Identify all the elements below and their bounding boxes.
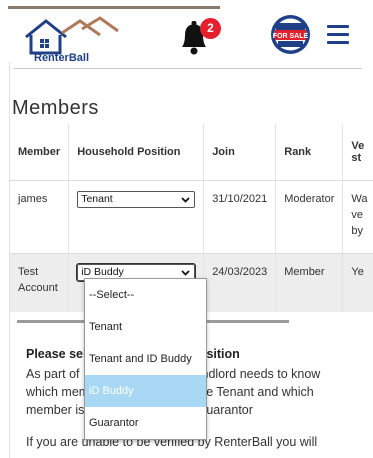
dropdown-option[interactable]: --Select-- [85,279,206,311]
menu-line [327,33,349,36]
household-position-dropdown[interactable]: --Select-- Tenant Tenant and ID Buddy iD… [84,278,207,440]
join-date: 31/10/2021 [203,180,276,254]
menu-line [327,25,349,28]
menu-line [327,41,349,44]
info-heading-left: Please sel [26,347,87,361]
hamburger-menu-icon[interactable] [327,25,349,45]
select-value: iD Buddy [81,266,124,278]
dropdown-option-selected[interactable]: iD Buddy [85,375,206,407]
info-text: member is [26,403,85,417]
table-header-row: Member Household Position Join Rank Ve s… [10,124,373,181]
rank: Moderator [275,180,343,254]
table-row: james Tenant 31/10/2021 Moderator Wa ve … [10,180,373,254]
dropdown-option[interactable]: Guarantor [85,407,206,439]
app-header: RenterBall 2 FOR SALE [0,9,373,63]
verified-header-line: st [351,152,362,164]
chevron-down-icon [181,197,190,203]
select-value: Tenant [81,193,113,205]
info-text: ndlord needs to know [201,367,321,381]
verified-status: Ye [342,253,373,312]
column-header-verified: Ve st [342,124,373,181]
column-header-member: Member [18,146,61,158]
info-text: e Tenant and which [206,385,314,399]
verified-status-line: ve [351,209,364,221]
info-heading-right: sition [206,347,240,361]
verified-header-line: Ve [351,140,365,152]
members-heading: Members [12,97,99,119]
info-text: which mem [26,385,90,399]
column-header-join: Join [203,124,276,181]
renterball-logo[interactable]: RenterBall [22,15,137,63]
column-header-household-position: Household Position [68,124,204,181]
dropdown-option[interactable]: Tenant and ID Buddy [85,343,206,375]
chevron-down-icon [181,270,190,276]
user-avatar[interactable]: FOR SALE [270,14,311,55]
verified-status-line: by [351,225,364,237]
member-name: james [10,180,69,254]
position-cell: Tenant [68,180,204,254]
dropdown-option[interactable]: Tenant [85,311,206,343]
verified-status: Wa ve by [342,180,373,254]
household-position-select[interactable]: Tenant [77,191,196,208]
member-name-line: Account [18,282,58,294]
rank: Member [275,253,343,312]
verified-status-line: Wa [351,193,368,205]
member-name: Test Account [10,254,69,313]
notification-count-badge: 2 [200,18,221,39]
card-divider [14,68,362,69]
svg-text:FOR SALE: FOR SALE [273,33,309,40]
info-text: As part of [26,367,80,381]
info-text: uarantor [206,403,253,417]
column-header-rank: Rank [275,124,343,181]
join-date: 24/03/2023 [203,253,276,312]
member-name-line: Test [18,266,39,278]
